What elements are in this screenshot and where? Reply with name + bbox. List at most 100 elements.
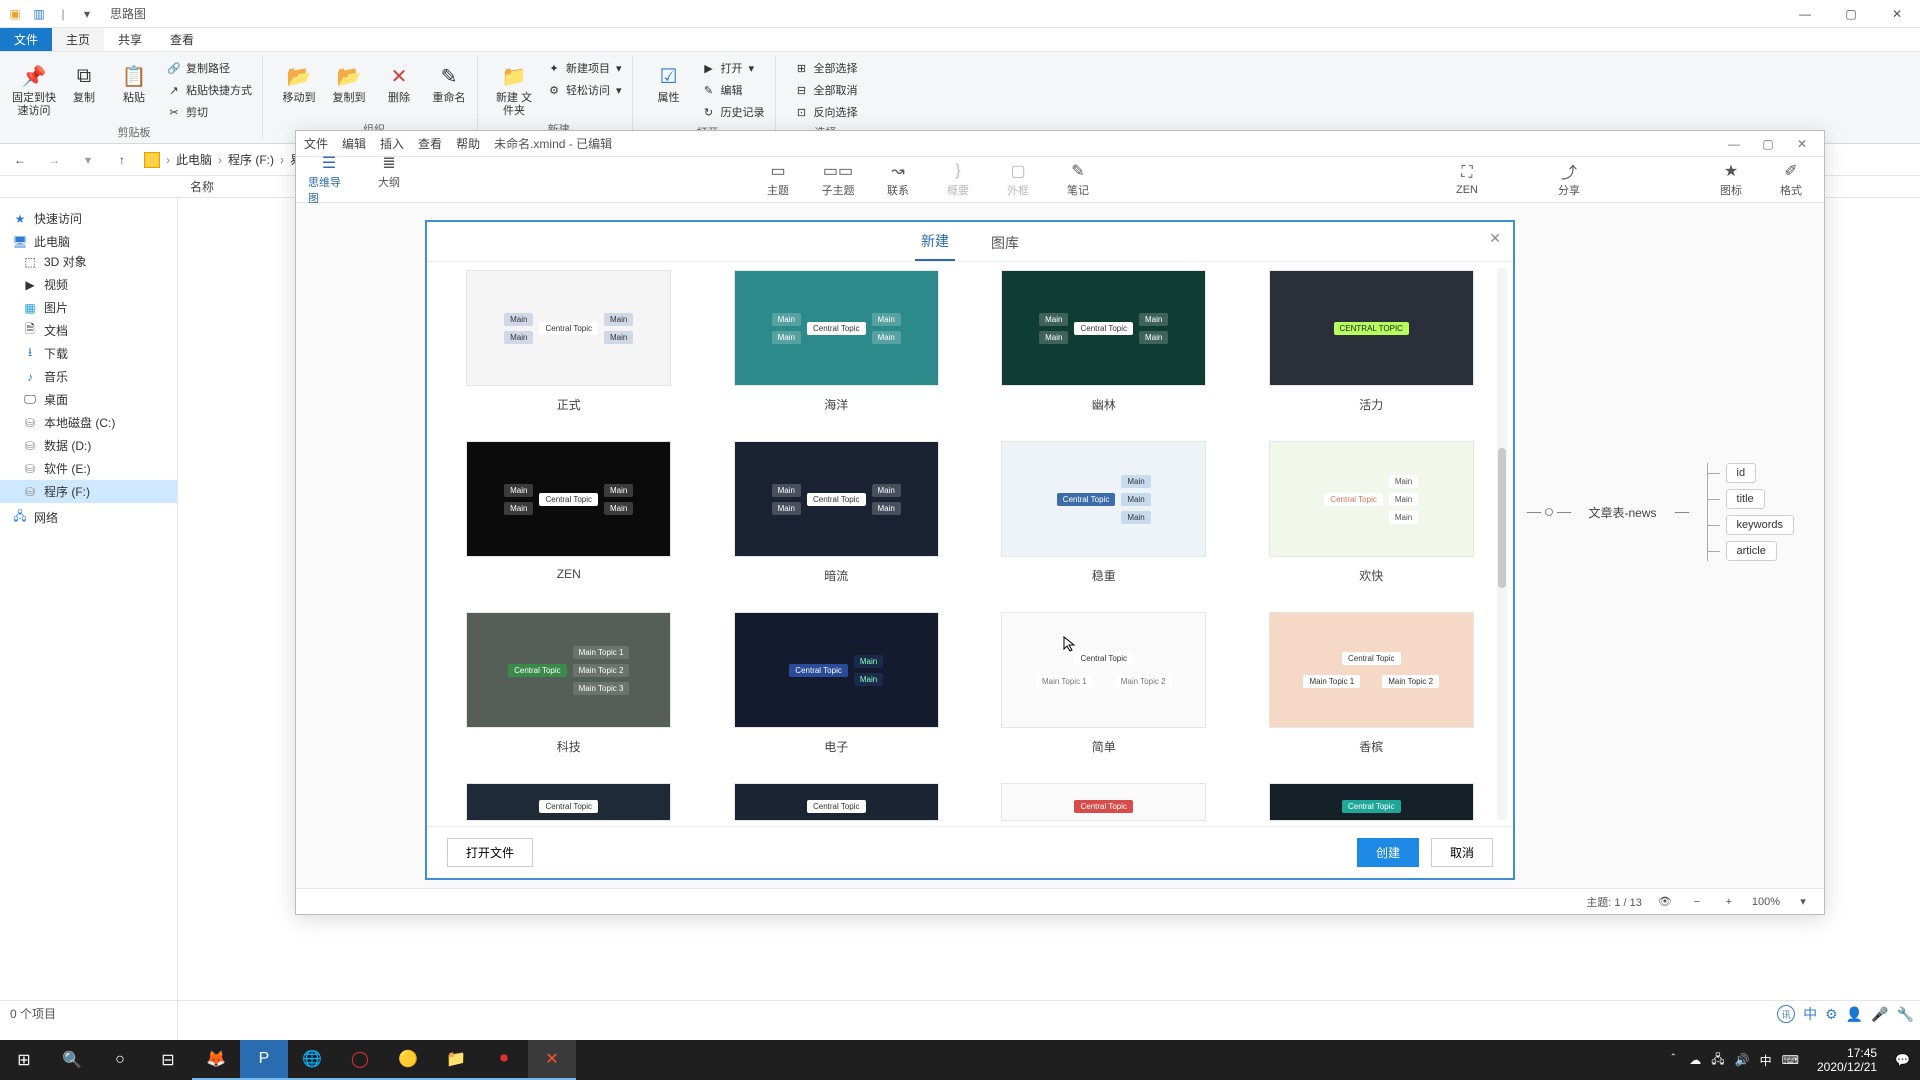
invert-selection-button[interactable]: ⊡反向选择 [790, 102, 862, 122]
paste-button[interactable]: 📋粘贴 [112, 58, 156, 105]
zoom-level[interactable]: 100% [1752, 896, 1780, 908]
share-button[interactable]: ⤴分享 [1548, 162, 1590, 198]
mode-mindmap-button[interactable]: ☰思维导图 [308, 154, 350, 206]
up-button[interactable]: ↑ [110, 153, 134, 167]
menu-edit[interactable]: 编辑 [342, 135, 366, 152]
properties-button[interactable]: ☑属性 [647, 58, 691, 105]
tray-volume-icon[interactable]: 🔊 [1735, 1053, 1750, 1067]
new-folder-button[interactable]: 📁新建 文件夹 [492, 58, 536, 118]
template-item[interactable]: Central TopicMainMainMain 稳重 [990, 441, 1218, 584]
relation-button[interactable]: ↝联系 [877, 162, 919, 198]
tab-share[interactable]: 共享 [104, 28, 156, 51]
leaf-node[interactable]: keywords [1726, 515, 1794, 535]
dialog-close-button[interactable]: ✕ [1489, 230, 1501, 247]
taskbar-recorder[interactable]: ⏺ [480, 1040, 528, 1080]
crumb-drive[interactable]: 程序 (F:) [228, 151, 274, 168]
tray-expand-button[interactable]: ＾ [1667, 1052, 1679, 1069]
tree-3d-objects[interactable]: ⬚3D 对象 [0, 250, 177, 273]
open-file-button[interactable]: 打开文件 [447, 838, 533, 867]
tree-downloads[interactable]: ⭳下载 [0, 342, 177, 365]
taskbar-search-button[interactable]: 🔍 [48, 1040, 96, 1080]
rename-button[interactable]: ✎重命名 [427, 58, 471, 105]
taskbar-taskview-button[interactable]: ⊟ [144, 1040, 192, 1080]
template-item[interactable]: Central TopicMain Topic 1Main Topic 2Mai… [455, 612, 683, 755]
visibility-icon[interactable]: 👁 [1656, 895, 1674, 908]
template-item[interactable]: MainMainCentral TopicMainMain 暗流 [723, 441, 951, 584]
zoom-out-button[interactable]: − [1688, 896, 1706, 908]
tree-this-pc[interactable]: 🖥此电脑 [0, 233, 177, 250]
summary-button[interactable]: }概要 [937, 162, 979, 198]
tree-network[interactable]: 🖧网络 [0, 509, 177, 526]
tree-disk-e[interactable]: ⛁软件 (E:) [0, 457, 177, 480]
template-item[interactable]: Central Topic [990, 783, 1218, 821]
tray-settings-icon[interactable]: ⚙ [1825, 1006, 1838, 1023]
maximize-button[interactable]: ▢ [1828, 0, 1874, 28]
select-none-button[interactable]: ⊟全部取消 [790, 80, 862, 100]
taskbar-app-p[interactable]: P [240, 1040, 288, 1080]
new-window-icon[interactable]: ▥ [30, 5, 48, 23]
leaf-node[interactable]: title [1726, 489, 1765, 509]
tray-keyboard-icon[interactable]: ⌨ [1782, 1053, 1799, 1067]
pin-button[interactable]: 📌固定到快 速访问 [12, 58, 56, 118]
leaf-node[interactable]: article [1726, 541, 1777, 561]
template-item[interactable]: MainMainCentral TopicMainMain 海洋 [723, 270, 951, 413]
tree-desktop[interactable]: 🖵桌面 [0, 388, 177, 411]
close-button[interactable]: ✕ [1874, 0, 1920, 28]
taskbar-firefox[interactable]: 🦊 [192, 1040, 240, 1080]
recent-dropdown[interactable]: ▾ [76, 153, 100, 167]
tray-mic-icon[interactable]: 🎤 [1871, 1006, 1888, 1023]
template-item[interactable]: MainMainCentral TopicMainMain ZEN [455, 441, 683, 584]
format-button[interactable]: ✐格式 [1770, 162, 1812, 198]
zoom-in-button[interactable]: + [1720, 896, 1738, 908]
crumb-this-pc[interactable]: 此电脑 [176, 151, 212, 168]
tray-user-icon[interactable]: 👤 [1846, 1006, 1863, 1023]
tab-home[interactable]: 主页 [52, 28, 104, 51]
delete-button[interactable]: ✕删除 [377, 58, 421, 105]
history-button[interactable]: ↻历史记录 [697, 102, 769, 122]
create-button[interactable]: 创建 [1357, 838, 1419, 867]
tray-app-icon[interactable]: 讯 [1777, 1005, 1795, 1023]
template-item[interactable]: Central TopicMainMain 电子 [723, 612, 951, 755]
open-button[interactable]: ▶打开▾ [697, 58, 769, 78]
template-item[interactable]: Central Topic [1258, 783, 1486, 821]
taskbar-clock[interactable]: 17:45 2020/12/21 [1809, 1046, 1885, 1074]
column-name[interactable]: 名称 [190, 178, 214, 195]
forward-button[interactable]: → [42, 153, 66, 167]
tree-disk-d[interactable]: ⛁数据 (D:) [0, 434, 177, 457]
menu-file[interactable]: 文件 [304, 135, 328, 152]
new-item-button[interactable]: ✦新建项目▾ [542, 58, 626, 78]
edit-button[interactable]: ✎编辑 [697, 80, 769, 100]
tree-disk-c[interactable]: ⛁本地磁盘 (C:) [0, 411, 177, 434]
copy-to-button[interactable]: 📂复制到 [327, 58, 371, 105]
menu-insert[interactable]: 插入 [380, 135, 404, 152]
xmind-close-button[interactable]: ✕ [1788, 137, 1816, 151]
tray-ime-indicator[interactable]: 中 [1760, 1052, 1772, 1069]
template-item[interactable]: CENTRAL TOPIC 活力 [1258, 270, 1486, 413]
tray-network-icon[interactable]: 🖧 [1711, 1050, 1724, 1071]
mode-outline-button[interactable]: ≣大纲 [368, 154, 410, 206]
taskbar-explorer[interactable]: 📁 [432, 1040, 480, 1080]
easy-access-button[interactable]: ⚙轻松访问▾ [542, 80, 626, 100]
tray-tool-icon[interactable]: 🔧 [1897, 1006, 1914, 1023]
tab-view[interactable]: 查看 [156, 28, 208, 51]
template-item[interactable]: Central Topic [723, 783, 951, 821]
subtopic-button[interactable]: ▭▭子主题 [817, 162, 859, 198]
template-item[interactable]: Central TopicMain Topic 1Main Topic 2 简单 [990, 612, 1218, 755]
zoom-dropdown-icon[interactable]: ▾ [1794, 895, 1812, 908]
xmind-maximize-button[interactable]: ▢ [1754, 137, 1782, 151]
cut-button[interactable]: ✂剪切 [162, 102, 256, 122]
move-to-button[interactable]: 📂移动到 [277, 58, 321, 105]
boundary-button[interactable]: ▢外框 [997, 162, 1039, 198]
copy-button[interactable]: ⧉复制 [62, 58, 106, 105]
breadcrumb[interactable]: › 此电脑 › 程序 (F:) › 易 [144, 151, 302, 168]
xmind-minimize-button[interactable]: ― [1720, 137, 1748, 151]
tree-videos[interactable]: ▶视频 [0, 273, 177, 296]
scrollbar-thumb[interactable] [1498, 448, 1506, 588]
template-item[interactable]: Central TopicMain Topic 1Main Topic 2 香槟 [1258, 612, 1486, 755]
zen-button[interactable]: ⛶ZEN [1446, 164, 1488, 196]
template-item[interactable]: MainMainCentral TopicMainMain 正式 [455, 270, 683, 413]
tray-onedrive-icon[interactable]: ☁ [1689, 1053, 1701, 1067]
branch-node[interactable]: 文章表-news [1589, 504, 1657, 521]
taskbar-app-red[interactable]: ◯ [336, 1040, 384, 1080]
tray-ime-icon[interactable]: 中 [1803, 1004, 1817, 1024]
